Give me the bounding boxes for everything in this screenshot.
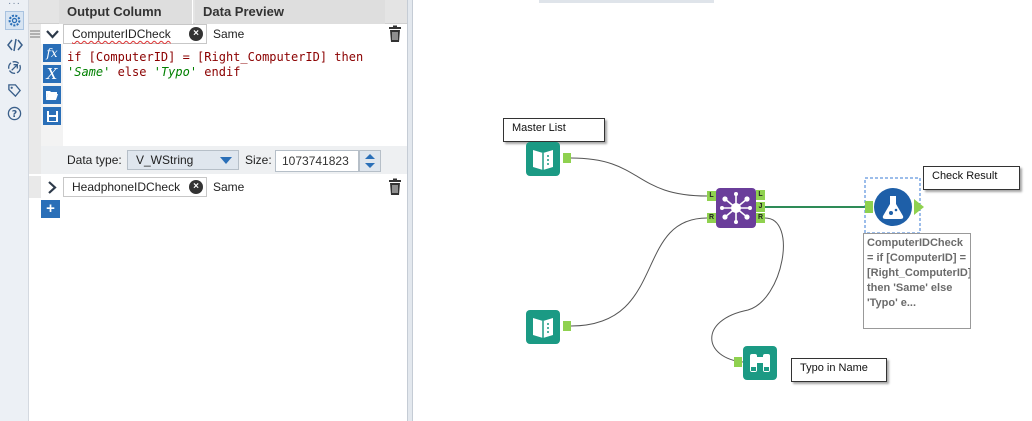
browse-tool-typo[interactable] (743, 346, 777, 380)
chevron-down-icon[interactable] (41, 23, 63, 45)
expression-editor[interactable]: fx X if [ComputerID] = [Right_ComputerID… (41, 44, 407, 146)
trash-icon[interactable] (387, 25, 403, 43)
function-icon[interactable]: fx (43, 44, 61, 62)
trash-icon[interactable] (387, 178, 403, 196)
browse-input-anchor[interactable] (734, 357, 742, 367)
expression-line-1: if [ComputerID] = [Right_ComputerID] the… (67, 50, 364, 64)
data-preview-value: Same (213, 27, 245, 41)
editor-toolbar: fx X (41, 44, 63, 146)
formula-annotation: ComputerIDCheck = if [ComputerID] = [Rig… (863, 233, 971, 329)
input-tool-second[interactable] (526, 310, 560, 344)
data-type-label: Data type: (67, 153, 122, 167)
data-preview-header: Data Preview (195, 0, 385, 24)
output-column-name: ComputerIDCheck (72, 27, 171, 41)
app-window: ··· ? Output Column Data Preview Compute… (0, 0, 1032, 421)
size-label: Size: (245, 153, 272, 167)
connection-join-to-browse[interactable] (711, 217, 784, 363)
data-preview-value: Same (213, 180, 245, 194)
expression-string-same: 'Same' (67, 65, 111, 79)
row-gutter (29, 176, 41, 198)
clear-icon[interactable]: × (189, 180, 203, 194)
open-folder-icon[interactable] (43, 86, 61, 104)
expression-text[interactable]: if [ComputerID] = [Right_ComputerID] the… (67, 50, 397, 80)
join-output-right-anchor[interactable]: R (756, 213, 765, 223)
connection-master-to-join[interactable] (570, 157, 708, 197)
left-icon-rail: ··· ? (0, 0, 29, 421)
join-tool[interactable] (716, 188, 756, 228)
data-type-select[interactable]: V_WString (127, 150, 239, 170)
connection-input2-to-join[interactable] (570, 217, 708, 327)
join-hub-icon (720, 192, 752, 224)
annotation-check-result[interactable]: Check Result (923, 166, 1020, 190)
join-output-join-anchor[interactable]: J (756, 202, 765, 212)
expression-endif: endif (197, 65, 241, 79)
output-column-name-field[interactable]: ComputerIDCheck × (63, 24, 207, 44)
join-output-left-anchor[interactable]: L (756, 190, 765, 200)
navigate-icon[interactable] (5, 58, 24, 77)
data-type-row: Data type: V_WString Size: 1073741823 (41, 146, 407, 174)
expression-else: else (110, 65, 154, 79)
chevron-right-icon[interactable] (41, 176, 63, 198)
configuration-panel: Output Column Data Preview ComputerIDChe… (29, 0, 407, 421)
formula-tool[interactable] (874, 188, 912, 226)
output-column-name: HeadphoneIDCheck (72, 180, 181, 194)
join-input-right-anchor[interactable]: R (707, 213, 716, 223)
dropdown-arrow-icon (220, 157, 232, 164)
clear-icon[interactable]: × (189, 27, 203, 41)
save-icon[interactable] (43, 107, 61, 125)
data-type-value: V_WString (136, 153, 194, 167)
output-anchor[interactable] (563, 153, 571, 163)
expression-row-computeridcheck: ComputerIDCheck × Same (30, 23, 407, 45)
row-gutter (29, 24, 41, 174)
column-header-row: Output Column Data Preview (29, 0, 407, 24)
formula-output-anchor[interactable] (914, 199, 924, 215)
help-icon[interactable]: ? (5, 104, 24, 123)
output-column-header: Output Column (59, 0, 193, 24)
drag-handle-icon[interactable] (29, 27, 41, 41)
output-anchor[interactable] (563, 321, 571, 331)
join-input-left-anchor[interactable]: L (707, 191, 716, 201)
gear-icon[interactable] (5, 11, 24, 30)
rail-overflow-icon[interactable]: ··· (0, 0, 29, 9)
output-column-name-field[interactable]: HeadphoneIDCheck × (63, 177, 207, 197)
input-tool-master-list[interactable] (526, 142, 560, 176)
size-input[interactable]: 1073741823 (275, 150, 359, 172)
binoculars-icon (750, 354, 770, 372)
expression-string-typo: 'Typo' (153, 65, 198, 79)
svg-text:?: ? (12, 109, 17, 120)
tag-icon[interactable] (5, 81, 24, 100)
code-icon[interactable] (5, 35, 24, 54)
workflow-canvas[interactable]: Master List Check Result Typo in Name L … (413, 0, 1032, 421)
expression-row-headphoneidcheck: HeadphoneIDCheck × Same (41, 176, 407, 198)
book-icon (533, 150, 553, 170)
annotation-master-list[interactable]: Master List (503, 118, 605, 142)
variable-icon[interactable]: X (43, 65, 61, 83)
size-stepper[interactable] (359, 150, 381, 172)
add-expression-button[interactable]: + (41, 200, 60, 218)
book-icon (533, 318, 553, 338)
flask-icon (882, 196, 904, 219)
formula-input-anchor[interactable] (865, 201, 873, 213)
annotation-typo-in-name[interactable]: Typo in Name (791, 358, 887, 382)
